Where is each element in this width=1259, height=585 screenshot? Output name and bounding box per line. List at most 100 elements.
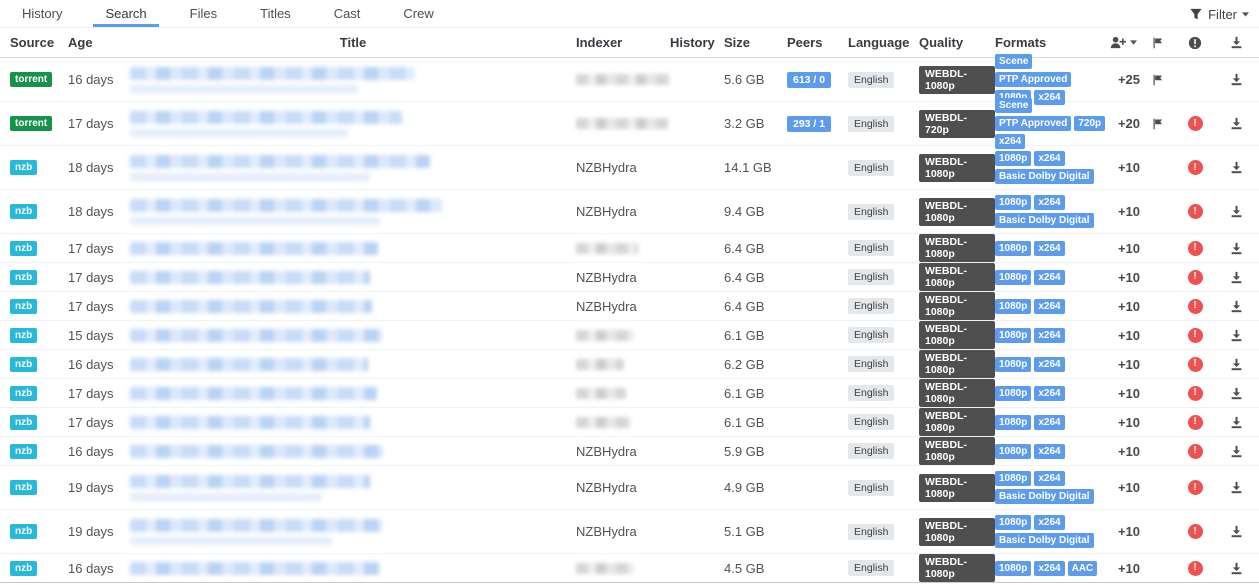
- tab-history[interactable]: History: [10, 0, 74, 27]
- download-button[interactable]: [1228, 443, 1245, 460]
- column-header-peers[interactable]: Peers: [787, 35, 848, 50]
- tab-titles[interactable]: Titles: [248, 0, 303, 27]
- filter-button[interactable]: Filter: [1189, 0, 1249, 28]
- download-icon: [1230, 358, 1243, 371]
- age-value: 16 days: [68, 561, 114, 576]
- column-header-indexer[interactable]: Indexer: [576, 35, 670, 50]
- title-cell[interactable]: [130, 358, 576, 371]
- age-value: 18 days: [68, 204, 114, 219]
- format-badge: 1080p: [995, 444, 1031, 459]
- tab-crew[interactable]: Crew: [391, 0, 445, 27]
- rejection-exclamation-icon: !: [1188, 480, 1203, 495]
- score-value: +25: [1118, 72, 1140, 87]
- title-cell[interactable]: [130, 67, 576, 93]
- download-button[interactable]: [1228, 240, 1245, 257]
- column-header-size[interactable]: Size: [724, 35, 787, 50]
- size-cell: 6.4 GB: [724, 299, 787, 314]
- age-cell: 17 days: [68, 386, 130, 401]
- title-cell[interactable]: [130, 271, 576, 284]
- download-button[interactable]: [1228, 115, 1245, 132]
- download-button[interactable]: [1228, 269, 1245, 286]
- tab-cast[interactable]: Cast: [322, 0, 373, 27]
- column-header-history[interactable]: History: [670, 35, 724, 50]
- size-value: 6.2 GB: [724, 357, 764, 372]
- language-badge: English: [848, 443, 894, 459]
- download-button[interactable]: [1228, 523, 1245, 540]
- format-badge: 1080p: [995, 241, 1031, 256]
- download-button[interactable]: [1228, 479, 1245, 496]
- title-cell[interactable]: [130, 242, 576, 255]
- age-cell: 17 days: [68, 241, 130, 256]
- download-button[interactable]: [1228, 327, 1245, 344]
- redacted-title-subline: [130, 217, 380, 225]
- source-cell: nzb: [10, 480, 68, 495]
- format-badge: x264: [1034, 270, 1064, 285]
- format-badge: 1080p: [995, 195, 1031, 210]
- formats-cell: 1080px264Basic Dolby Digital: [995, 511, 1110, 553]
- source-cell: nzb: [10, 524, 68, 539]
- formats-cell: 1080px264Basic Dolby Digital: [995, 147, 1110, 189]
- title-cell[interactable]: [130, 300, 576, 313]
- column-header-indexer-flags[interactable]: [1140, 37, 1176, 49]
- title-cell[interactable]: [130, 416, 576, 429]
- size-value: 4.5 GB: [724, 561, 764, 576]
- column-header-score[interactable]: [1110, 36, 1140, 49]
- title-cell[interactable]: [130, 155, 576, 181]
- column-header-title[interactable]: Title: [130, 35, 576, 50]
- format-badge: 1080p: [995, 270, 1031, 285]
- size-cell: 6.1 GB: [724, 386, 787, 401]
- language-cell: English: [848, 298, 919, 314]
- download-button[interactable]: [1228, 159, 1245, 176]
- tab-bar-items: History Search Files Titles Cast Crew: [10, 0, 465, 27]
- language-badge: English: [848, 327, 894, 343]
- download-button[interactable]: [1228, 71, 1245, 88]
- title-cell[interactable]: [130, 475, 576, 501]
- formats-cell: ScenePTP Approved720px264: [995, 94, 1110, 154]
- column-header-rejections[interactable]: [1176, 36, 1214, 50]
- title-cell[interactable]: [130, 562, 576, 575]
- language-cell: English: [848, 116, 919, 132]
- quality-badge: WEBDL-1080p: [919, 379, 995, 407]
- flag-icon: [1152, 118, 1164, 130]
- column-header-quality[interactable]: Quality: [919, 35, 995, 50]
- table-row: torrent17 days3.2 GB293 / 1EnglishWEBDL-…: [0, 102, 1259, 146]
- age-value: 17 days: [68, 299, 114, 314]
- custom-format-score-cell: +10: [1110, 386, 1140, 401]
- language-badge: English: [848, 204, 894, 220]
- download-cell: [1214, 71, 1259, 88]
- title-cell[interactable]: [130, 519, 576, 545]
- download-button[interactable]: [1228, 385, 1245, 402]
- protocol-badge-nzb: nzb: [10, 160, 37, 175]
- quality-badge: WEBDL-1080p: [919, 66, 995, 94]
- age-cell: 19 days: [68, 524, 130, 539]
- column-header-language[interactable]: Language: [848, 35, 919, 50]
- quality-cell: WEBDL-1080p: [919, 408, 995, 436]
- download-button[interactable]: [1228, 203, 1245, 220]
- download-button[interactable]: [1228, 414, 1245, 431]
- tab-files[interactable]: Files: [178, 0, 229, 27]
- age-value: 15 days: [68, 328, 114, 343]
- quality-badge: WEBDL-1080p: [919, 437, 995, 465]
- download-icon: [1230, 416, 1243, 429]
- column-header-download[interactable]: [1214, 36, 1259, 49]
- redacted-title: [130, 329, 382, 342]
- download-cell: [1214, 560, 1259, 577]
- tab-search[interactable]: Search: [93, 0, 158, 27]
- download-button[interactable]: [1228, 298, 1245, 315]
- download-button[interactable]: [1228, 560, 1245, 577]
- column-header-source[interactable]: Source: [10, 35, 68, 50]
- title-cell[interactable]: [130, 199, 576, 225]
- age-value: 17 days: [68, 241, 114, 256]
- title-cell[interactable]: [130, 387, 576, 400]
- download-button[interactable]: [1228, 356, 1245, 373]
- indexer-cell: [576, 118, 670, 129]
- size-cell: 6.4 GB: [724, 241, 787, 256]
- title-cell[interactable]: [130, 329, 576, 342]
- age-value: 19 days: [68, 480, 114, 495]
- column-header-age[interactable]: Age: [68, 35, 130, 50]
- title-cell[interactable]: [130, 111, 576, 137]
- rejections-cell: !: [1176, 328, 1214, 343]
- quality-cell: WEBDL-1080p: [919, 234, 995, 262]
- title-cell[interactable]: [130, 445, 576, 458]
- format-badge: x264: [1034, 386, 1064, 401]
